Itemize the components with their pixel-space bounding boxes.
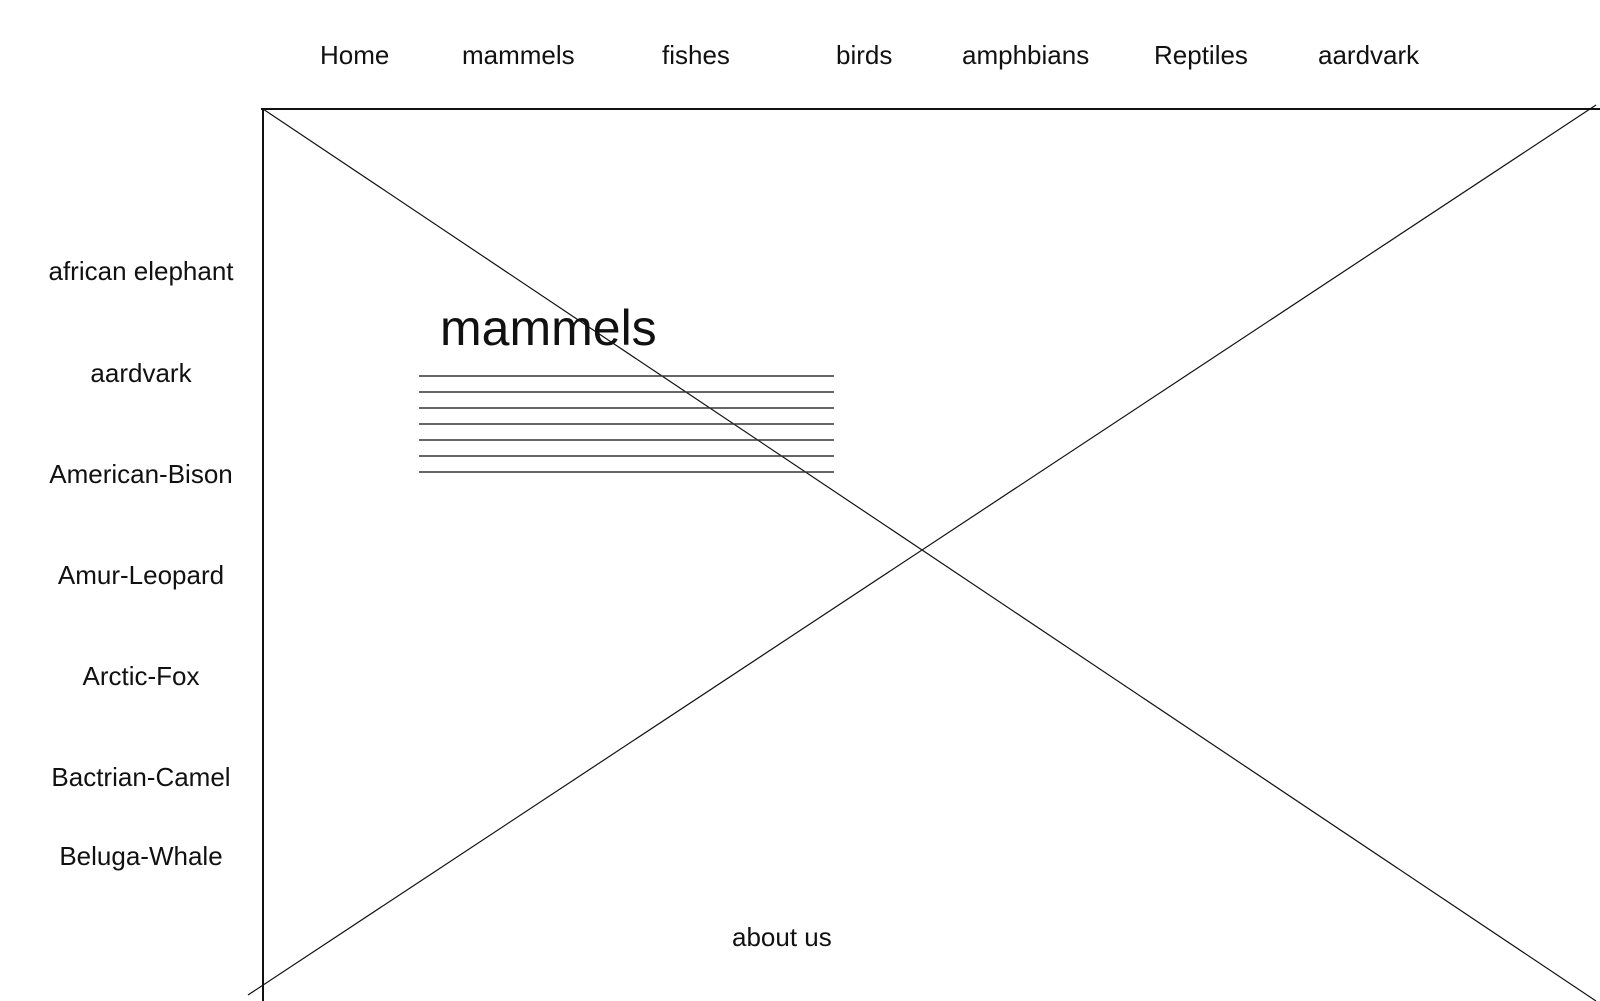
- sidebar-item-bactrian-camel[interactable]: Bactrian-Camel: [0, 760, 282, 794]
- sidebar-item-beluga-whale[interactable]: Beluga-Whale: [0, 839, 282, 873]
- sidebar-item-amur-leopard[interactable]: Amur-Leopard: [0, 558, 282, 592]
- sidebar-item-american-bison[interactable]: American-Bison: [0, 457, 282, 491]
- placeholder-diagonal-down: [262, 108, 1597, 1001]
- image-placeholder-icon: [247, 104, 1600, 1001]
- sidebar-item-arctic-fox[interactable]: Arctic-Fox: [0, 659, 282, 693]
- sidebar-item-aardvark[interactable]: aardvark: [0, 356, 282, 390]
- placeholder-diagonal-up: [247, 104, 1597, 996]
- page-title: mammels: [440, 300, 657, 356]
- about-us-link[interactable]: about us: [732, 920, 832, 954]
- sidebar-item-african-elephant[interactable]: african elephant: [0, 254, 282, 288]
- text-placeholder-lines: [419, 375, 834, 473]
